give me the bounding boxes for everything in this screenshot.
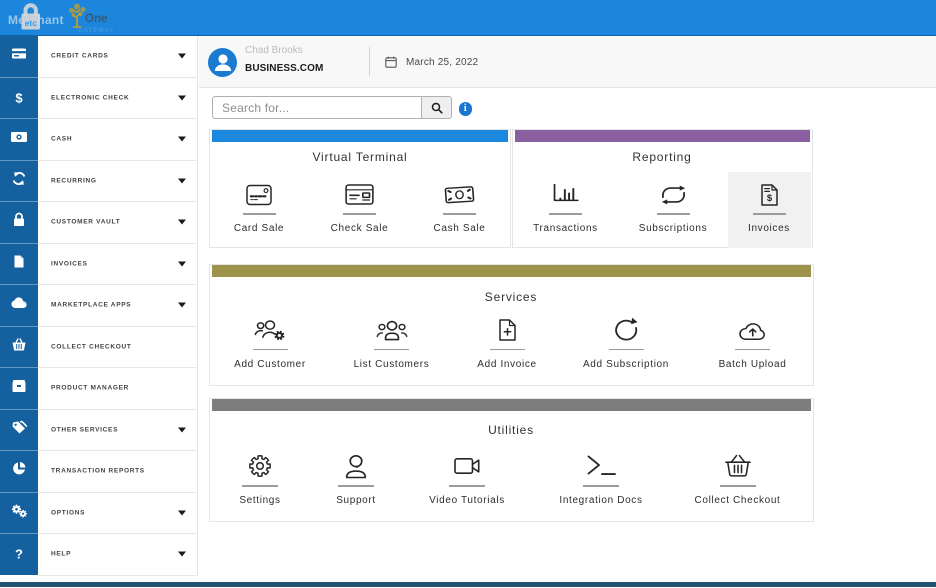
svg-text:etc: etc: [25, 18, 38, 28]
svg-text:$: $: [766, 193, 772, 204]
